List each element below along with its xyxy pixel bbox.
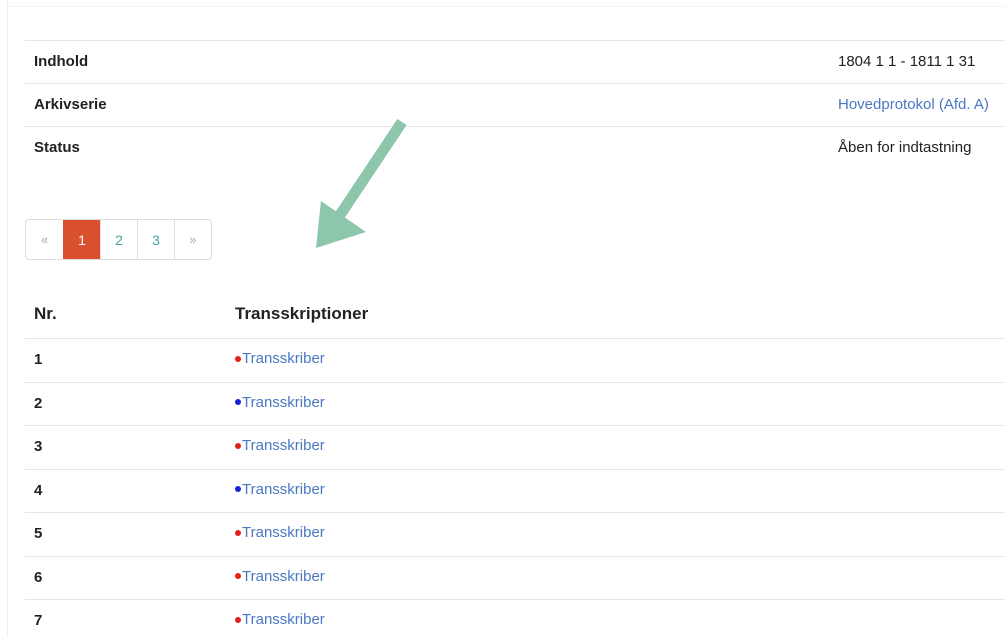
- transskriber-label: Transskriber: [242, 611, 325, 628]
- column-header-nr: Nr.: [34, 304, 57, 323]
- status-dot-icon: [235, 573, 241, 579]
- status-dot-icon: [235, 442, 241, 449]
- status-dot-icon: [235, 529, 241, 536]
- transskriber-label: Transskriber: [242, 480, 325, 498]
- column-header-transskriptioner: Transskriptioner: [235, 304, 369, 323]
- info-table: Indhold 1804 1 1 - 1811 1 31 Arkivserie …: [25, 40, 1005, 169]
- down-left-arrow-icon: [316, 118, 407, 248]
- transskriber-link[interactable]: Transskriber: [235, 611, 325, 628]
- row-number: 6: [34, 568, 43, 586]
- status-dot-icon: [235, 616, 241, 623]
- table-row: 1 Transskriber: [25, 338, 1005, 382]
- transskriber-label: Transskriber: [242, 567, 325, 585]
- table-row: 2 Transskriber: [25, 381, 1005, 426]
- arkivserie-link[interactable]: Hovedprotokol (Afd. A): [838, 96, 989, 113]
- pagination-page-1[interactable]: 1: [63, 220, 100, 259]
- status-dot-icon: [235, 355, 241, 362]
- pagination-page-2[interactable]: 2: [100, 220, 137, 259]
- pagination-next-button[interactable]: »: [174, 220, 211, 259]
- row-number: 4: [34, 481, 43, 499]
- arrow-shaft: [335, 118, 407, 219]
- row-number: 7: [34, 612, 43, 629]
- status-value: Åben for indtastning: [838, 139, 972, 156]
- transskriber-label: Transskriber: [242, 393, 325, 411]
- info-row-indhold: Indhold 1804 1 1 - 1811 1 31: [25, 40, 1005, 83]
- status-dot-icon: [235, 399, 241, 405]
- status-dot-icon: [235, 486, 241, 492]
- transskriber-link[interactable]: Transskriber: [235, 481, 325, 498]
- transskriber-link[interactable]: Transskriber: [235, 568, 325, 585]
- table-row: 4 Transskriber: [25, 468, 1005, 513]
- transskriber-link[interactable]: Transskriber: [235, 437, 325, 454]
- pagination-prev-button[interactable]: «: [26, 220, 63, 259]
- row-number: 1: [34, 351, 43, 368]
- pagination-page-3[interactable]: 3: [137, 220, 174, 259]
- info-value: 1804 1 1 - 1811 1 31: [838, 53, 976, 70]
- pagination: « 1 2 3 »: [25, 219, 212, 260]
- row-number: 5: [34, 525, 43, 542]
- info-row-status: Status Åben for indtastning: [25, 126, 1005, 169]
- table-row: 7 Transskriber: [25, 599, 1005, 643]
- table-row: 3 Transskriber: [25, 425, 1005, 469]
- transskriber-label: Transskriber: [242, 350, 325, 367]
- left-border-line: [7, 0, 8, 637]
- table-row: 5 Transskriber: [25, 512, 1005, 556]
- info-label: Arkivserie: [34, 96, 107, 113]
- info-row-arkivserie: Arkivserie Hovedprotokol (Afd. A): [25, 83, 1005, 126]
- table-row: 6 Transskriber: [25, 555, 1005, 600]
- transskriber-link[interactable]: Transskriber: [235, 524, 325, 541]
- top-border-line: [7, 6, 1005, 7]
- table-header: Nr. Transskriptioner: [25, 293, 1005, 338]
- info-label: Status: [34, 139, 80, 156]
- row-number: 2: [34, 394, 43, 412]
- transskriber-link[interactable]: Transskriber: [235, 350, 325, 367]
- transskriber-label: Transskriber: [242, 524, 325, 541]
- transskriber-link[interactable]: Transskriber: [235, 394, 325, 411]
- row-number: 3: [34, 438, 43, 455]
- transskriber-label: Transskriber: [242, 437, 325, 454]
- info-label: Indhold: [34, 53, 89, 70]
- transcriptions-table: Nr. Transskriptioner 1 Transskriber 2 Tr…: [25, 293, 1005, 643]
